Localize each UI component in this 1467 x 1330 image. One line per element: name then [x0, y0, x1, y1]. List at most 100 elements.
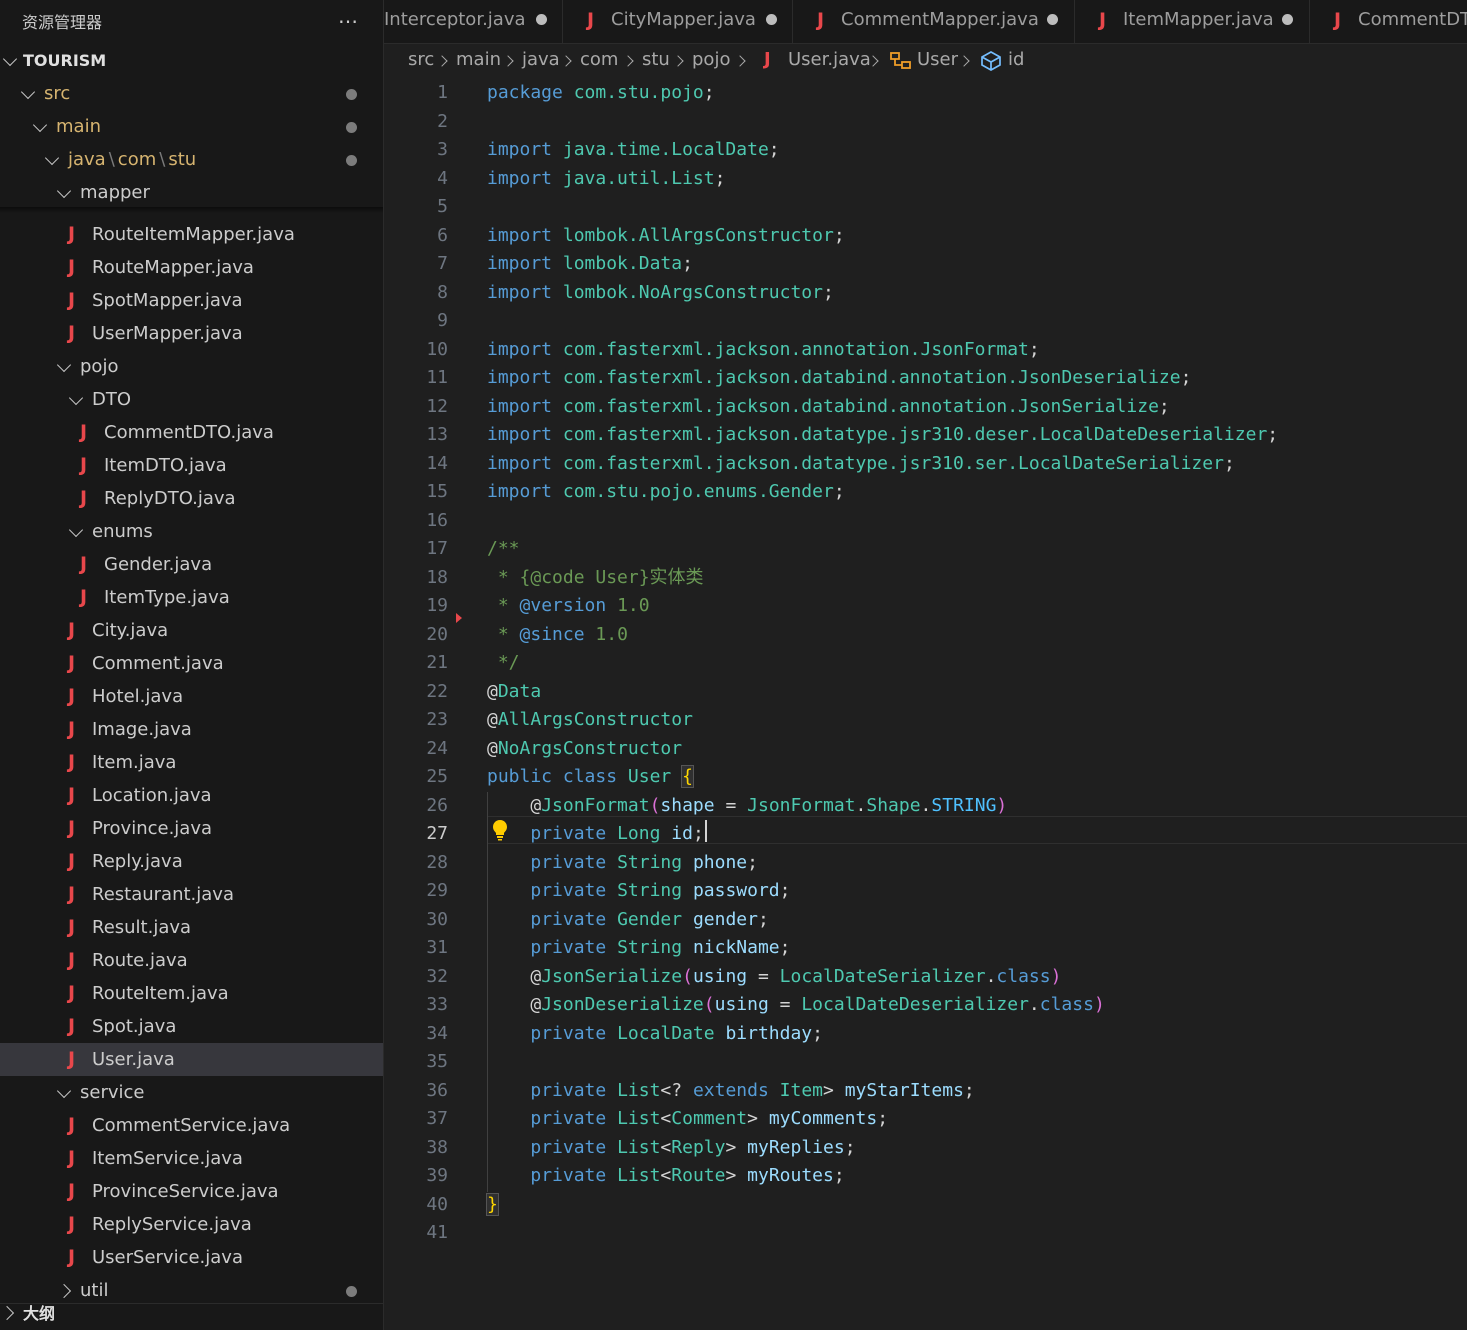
tree-folder-java-com-stu[interactable]: java \ com \ stu	[0, 143, 383, 176]
tree-folder-enums[interactable]: enums	[0, 515, 383, 548]
file-replyservice[interactable]: J ReplyService.java	[0, 1208, 383, 1241]
tab-itemmapper[interactable]: J ItemMapper.java	[1075, 0, 1310, 43]
file-commentdto[interactable]: J CommentDTO.java	[0, 416, 383, 449]
sticky-scroll-shadow	[0, 207, 383, 213]
file-itemdto[interactable]: J ItemDTO.java	[0, 449, 383, 482]
fold-marker-icon[interactable]	[456, 613, 462, 623]
breadcrumb-file[interactable]: User.java	[788, 49, 871, 70]
chevron-right-icon	[502, 55, 514, 67]
code-line-40: }	[486, 1192, 499, 1216]
code-line-27: private Long id;	[530, 823, 704, 844]
file-reply[interactable]: J Reply.java	[0, 845, 383, 878]
outline-section[interactable]: 大纲	[0, 1303, 383, 1330]
java-file-icon: J	[817, 9, 825, 31]
tree-folder-main[interactable]: main	[0, 110, 383, 143]
line-number: 37	[426, 1108, 448, 1129]
file-replydto[interactable]: J ReplyDTO.java	[0, 482, 383, 515]
breadcrumb-class[interactable]: User	[917, 49, 958, 70]
outline-header[interactable]: 大纲	[0, 1299, 383, 1329]
tab-commentmapper[interactable]: J CommentMapper.java	[793, 0, 1075, 43]
breadcrumb-java[interactable]: java	[522, 49, 560, 70]
file-city[interactable]: J City.java	[0, 614, 383, 647]
java-file-icon: J	[80, 421, 88, 443]
java-file-icon: J	[68, 619, 76, 641]
java-file-icon: J	[68, 751, 76, 773]
file-user-selected[interactable]: J User.java	[0, 1043, 383, 1076]
java-file-icon: J	[68, 1015, 76, 1037]
file-spot[interactable]: J Spot.java	[0, 1010, 383, 1043]
line-number: 23	[426, 709, 448, 730]
chevron-down-icon	[2, 51, 18, 67]
text-cursor	[705, 820, 707, 842]
breadcrumb-com[interactable]: com	[580, 49, 618, 70]
line-number: 14	[426, 452, 448, 474]
java-file-icon: J	[80, 454, 88, 476]
line-number: 5	[437, 196, 448, 217]
file-routeitemmapper[interactable]: J RouteItemMapper.java	[0, 218, 383, 251]
file-itemtype[interactable]: J ItemType.java	[0, 581, 383, 614]
breadcrumb-pojo[interactable]: pojo	[692, 49, 730, 70]
tree-root-tourism[interactable]: TOURISM	[0, 44, 383, 77]
file-gender[interactable]: J Gender.java	[0, 548, 383, 581]
breadcrumb-field[interactable]: id	[1008, 49, 1024, 70]
breadcrumb-main[interactable]: main	[456, 49, 501, 70]
java-file-icon: J	[68, 322, 76, 344]
chevron-down-icon	[68, 522, 84, 538]
code-editor[interactable]: 1 2 3 4 5 6 7 8 9 10 11 12 13 14 15 16 1…	[384, 79, 1467, 1330]
line-number: 29	[426, 880, 448, 901]
java-file-icon: J	[68, 949, 76, 971]
file-usermapper[interactable]: J UserMapper.java	[0, 317, 383, 350]
code-line-29: private String password;	[530, 880, 791, 901]
tab-citymapper[interactable]: J CityMapper.java	[563, 0, 793, 43]
line-number: 31	[426, 937, 448, 958]
file-item[interactable]: J Item.java	[0, 746, 383, 779]
code-line-4: import java.util.List;	[487, 167, 726, 189]
tree-folder-src[interactable]: src	[0, 77, 383, 110]
code-line-7: import lombok.Data;	[487, 253, 693, 274]
code-line-21: */	[497, 652, 520, 673]
breadcrumb-stu[interactable]: stu	[642, 49, 670, 70]
file-commentservice[interactable]: J CommentService.java	[0, 1109, 383, 1142]
line-number: 18	[426, 566, 448, 588]
file-province[interactable]: J Province.java	[0, 812, 383, 845]
file-hotel[interactable]: J Hotel.java	[0, 680, 383, 713]
tab-interceptor[interactable]: Interceptor.java	[384, 0, 563, 43]
java-file-icon: J	[68, 685, 76, 707]
chevron-down-icon	[32, 117, 48, 133]
tab-commentdto[interactable]: J CommentDTO.java	[1310, 0, 1467, 43]
file-route[interactable]: J Route.java	[0, 944, 383, 977]
explorer-sidebar: 资源管理器 … TOURISM src main java \ com \ stu ma…	[0, 0, 384, 1330]
more-actions-icon[interactable]: …	[338, 4, 359, 28]
line-number: 12	[426, 395, 448, 417]
file-result[interactable]: J Result.java	[0, 911, 383, 944]
code-line-31: private String nickName;	[530, 937, 791, 958]
line-number: 35	[426, 1051, 448, 1072]
breadcrumb-src[interactable]: src	[408, 49, 434, 70]
code-line-8: import lombok.NoArgsConstructor;	[487, 281, 834, 303]
file-routemapper[interactable]: J RouteMapper.java	[0, 251, 383, 284]
tree-folder-dto[interactable]: DTO	[0, 383, 383, 416]
file-location[interactable]: J Location.java	[0, 779, 383, 812]
file-image[interactable]: J Image.java	[0, 713, 383, 746]
file-routeitem[interactable]: J RouteItem.java	[0, 977, 383, 1010]
file-spotmapper[interactable]: J SpotMapper.java	[0, 284, 383, 317]
file-restaurant[interactable]: J Restaurant.java	[0, 878, 383, 911]
java-file-icon: J	[68, 1246, 76, 1268]
tree-folder-service[interactable]: service	[0, 1076, 383, 1109]
chevron-right-icon	[0, 1305, 15, 1321]
chevron-right-icon	[734, 55, 746, 67]
chevron-right-icon	[622, 55, 634, 67]
file-comment[interactable]: J Comment.java	[0, 647, 383, 680]
line-number: 34	[426, 1022, 448, 1044]
java-file-icon: J	[68, 817, 76, 839]
file-provinceservice[interactable]: J ProvinceService.java	[0, 1175, 383, 1208]
tree-folder-mapper[interactable]: mapper	[0, 176, 383, 209]
file-userservice[interactable]: J UserService.java	[0, 1241, 383, 1274]
code-line-25: public class User {	[487, 765, 694, 788]
tree-folder-pojo[interactable]: pojo	[0, 350, 383, 383]
chevron-right-icon	[560, 55, 572, 67]
java-file-icon: J	[1334, 9, 1342, 31]
unsaved-dot-icon	[1047, 14, 1058, 25]
file-itemservice[interactable]: J ItemService.java	[0, 1142, 383, 1175]
code-line-34: private LocalDate birthday;	[530, 1022, 823, 1044]
